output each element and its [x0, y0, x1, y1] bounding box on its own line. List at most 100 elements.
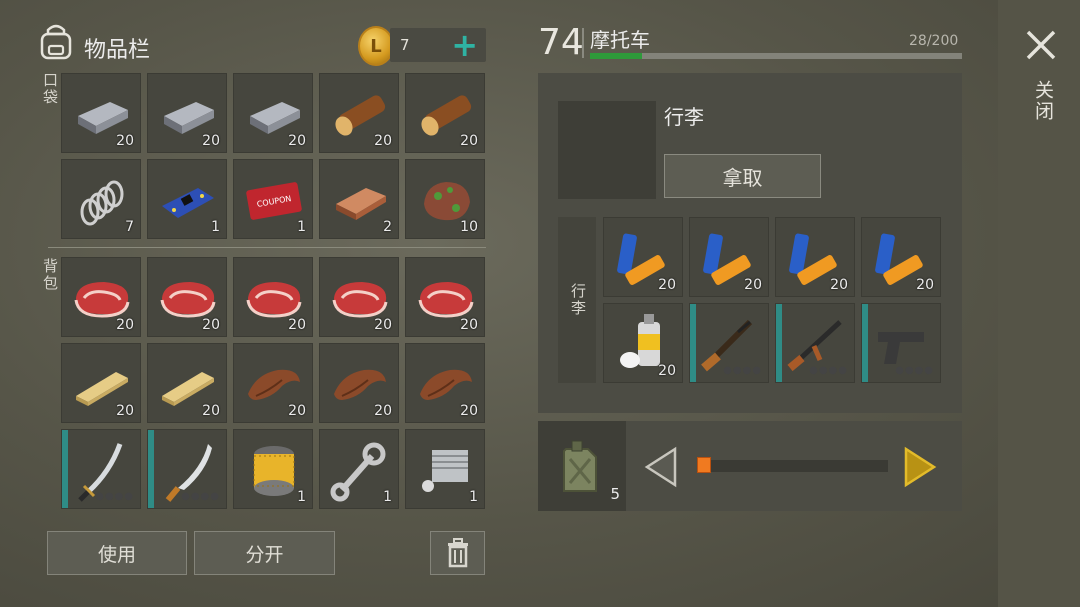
- item-slot-spray-paint[interactable]: 20: [603, 303, 683, 383]
- item-count: 1: [383, 489, 392, 505]
- item-slot-raw-meat[interactable]: 20: [319, 257, 399, 337]
- item-slot-wrench[interactable]: 1: [319, 429, 399, 509]
- pocket-label: 口袋: [41, 72, 59, 106]
- fuel-slider-handle[interactable]: [697, 457, 711, 473]
- vehicle-level: 74: [538, 22, 584, 63]
- item-slot-spring[interactable]: 7: [61, 159, 141, 239]
- item-count: 20: [288, 403, 306, 419]
- take-button[interactable]: 拿取: [664, 154, 821, 198]
- item-count: 20: [916, 277, 934, 293]
- item-slot-katana[interactable]: ●●●●: [61, 429, 141, 509]
- jerrycan-icon: [563, 440, 597, 492]
- item-count: 20: [374, 317, 392, 333]
- luggage-tab[interactable]: 行李: [558, 217, 596, 383]
- delete-button[interactable]: [430, 531, 485, 575]
- item-slot-batteries[interactable]: 20: [689, 217, 769, 297]
- item-slot-engine-cylinder[interactable]: 1: [405, 429, 485, 509]
- coin-balance: 7 +: [390, 26, 486, 64]
- header-separator: [582, 28, 584, 58]
- item-slot-iron-bar[interactable]: 20: [61, 73, 141, 153]
- item-count: 20: [116, 403, 134, 419]
- fuel-slot[interactable]: 5: [538, 421, 626, 511]
- item-slot-log[interactable]: 20: [319, 73, 399, 153]
- item-slot-ore-rock[interactable]: 10: [405, 159, 485, 239]
- item-slot-circuit-board[interactable]: 1: [147, 159, 227, 239]
- durability-bar: [776, 304, 782, 382]
- backpack-label: 背包: [41, 258, 59, 292]
- vehicle-capacity: 28/200: [909, 33, 959, 49]
- durability-bar: [62, 430, 68, 508]
- item-count: 20: [374, 133, 392, 149]
- item-count: 20: [744, 277, 762, 293]
- upgrade-dots: ●●●●: [723, 365, 762, 376]
- item-slot-raw-meat[interactable]: 20: [147, 257, 227, 337]
- durability-bar: [690, 304, 696, 382]
- item-slot-assault-rifle[interactable]: ●●●●: [775, 303, 855, 383]
- item-slot-coupon[interactable]: COUPON 1: [233, 159, 313, 239]
- upgrade-dots: ●●●●: [895, 365, 934, 376]
- item-slot-batteries[interactable]: 20: [603, 217, 683, 297]
- item-count: 20: [202, 403, 220, 419]
- item-slot-iron-bar[interactable]: 20: [147, 73, 227, 153]
- add-coins-button[interactable]: +: [451, 26, 478, 64]
- item-slot-log[interactable]: 20: [405, 73, 485, 153]
- arrow-left-icon[interactable]: [641, 445, 679, 489]
- section-divider: [48, 247, 486, 248]
- item-count: 1: [469, 489, 478, 505]
- item-slot-rifle[interactable]: ●●●●: [689, 303, 769, 383]
- upgrade-dots: ●●●●: [95, 491, 134, 502]
- close-icon[interactable]: [1024, 28, 1058, 62]
- item-slot-iron-bar[interactable]: 20: [233, 73, 313, 153]
- fuel-slider-track[interactable]: [700, 460, 888, 472]
- item-count: 20: [460, 403, 478, 419]
- split-button[interactable]: 分开: [194, 531, 335, 575]
- coin-count: 7: [400, 36, 410, 54]
- item-slot-pistol[interactable]: ●●●●: [861, 303, 941, 383]
- item-slot-leather[interactable]: 20: [405, 343, 485, 423]
- item-slot-oil-filter[interactable]: 1: [233, 429, 313, 509]
- use-button[interactable]: 使用: [47, 531, 187, 575]
- item-slot-batteries[interactable]: 20: [775, 217, 855, 297]
- item-count: 1: [297, 219, 306, 235]
- item-count: 20: [116, 317, 134, 333]
- item-count: 20: [288, 133, 306, 149]
- coin-icon: L: [358, 26, 394, 66]
- item-slot-leather[interactable]: 20: [319, 343, 399, 423]
- item-count: 1: [297, 489, 306, 505]
- item-slot-raw-meat[interactable]: 20: [61, 257, 141, 337]
- item-count: 2: [383, 219, 392, 235]
- item-count: 20: [116, 133, 134, 149]
- item-count: 10: [460, 219, 478, 235]
- capacity-fill: [590, 53, 643, 59]
- item-count: 20: [374, 403, 392, 419]
- inventory-title: 物品栏: [84, 38, 151, 63]
- upgrade-dots: ●●●●: [181, 491, 220, 502]
- item-slot-leather[interactable]: 20: [233, 343, 313, 423]
- fuel-count: 5: [610, 485, 620, 503]
- luggage-title: 行李: [664, 105, 704, 129]
- item-slot-machete[interactable]: ●●●●: [147, 429, 227, 509]
- inventory-header: 物品栏 L 7 +: [36, 18, 486, 74]
- item-slot-copper-bar[interactable]: 2: [319, 159, 399, 239]
- luggage-thumbnail: [558, 101, 656, 199]
- item-count: 20: [830, 277, 848, 293]
- item-slot-wood-plank[interactable]: 20: [147, 343, 227, 423]
- trash-icon: [447, 538, 468, 568]
- backpack-icon: [40, 24, 72, 60]
- item-count: 20: [202, 133, 220, 149]
- item-count: 20: [202, 317, 220, 333]
- durability-bar: [862, 304, 868, 382]
- item-count: 20: [288, 317, 306, 333]
- item-slot-wood-plank[interactable]: 20: [61, 343, 141, 423]
- arrow-right-icon[interactable]: [898, 445, 938, 489]
- durability-bar: [148, 430, 154, 508]
- item-slot-batteries[interactable]: 20: [861, 217, 941, 297]
- close-label[interactable]: 关闭: [1030, 80, 1057, 122]
- item-count: 1: [211, 219, 220, 235]
- item-count: 7: [125, 219, 134, 235]
- vehicle-name: 摩托车: [590, 28, 650, 52]
- item-count: 20: [460, 317, 478, 333]
- item-slot-raw-meat[interactable]: 20: [405, 257, 485, 337]
- capacity-bar: [590, 53, 962, 59]
- item-slot-raw-meat[interactable]: 20: [233, 257, 313, 337]
